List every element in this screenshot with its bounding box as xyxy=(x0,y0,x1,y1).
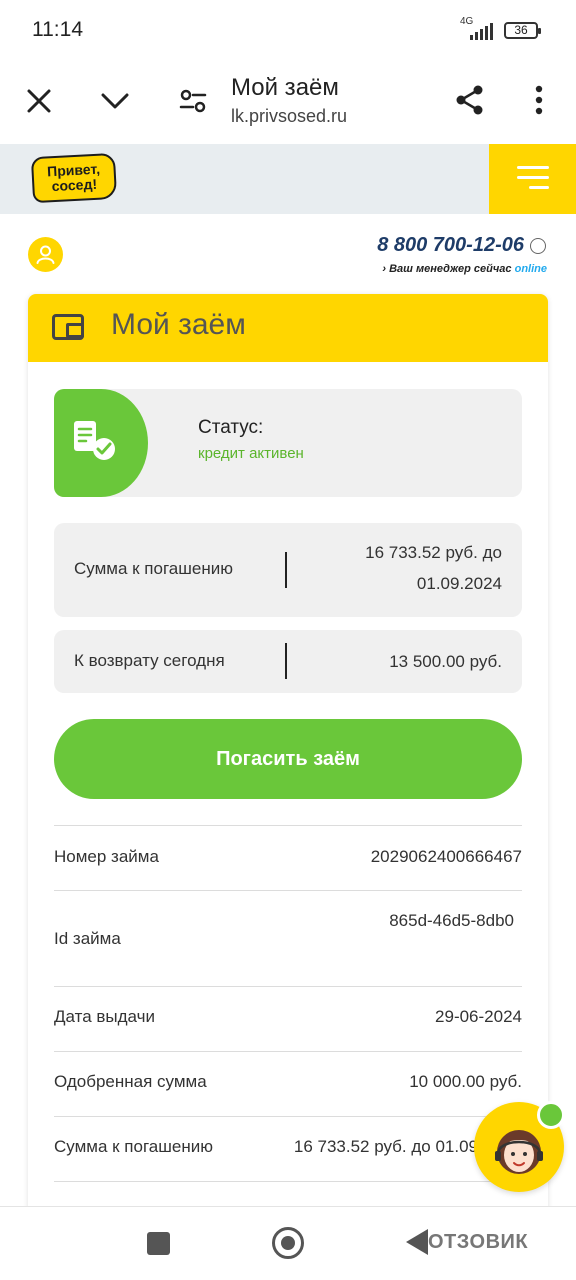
home-icon[interactable] xyxy=(272,1227,304,1259)
detail-key: Сумма к погашению xyxy=(54,1137,213,1156)
logo-line-2: сосед! xyxy=(51,175,98,195)
detail-row: Id займа 865d-46d5-8db0 xyxy=(54,890,522,986)
more-vert-icon[interactable] xyxy=(524,82,554,118)
due-today-value: 13 500.00 руб. xyxy=(389,652,502,671)
site-header: Привет, сосед! xyxy=(0,144,576,214)
detail-key: Дата выдачи xyxy=(54,1007,155,1026)
repay-amount-label: Сумма к погашению xyxy=(74,559,233,578)
wallet-icon xyxy=(52,314,84,340)
detail-value: 2029062400666467 xyxy=(370,847,522,866)
clock: 11:14 xyxy=(32,18,83,41)
detail-row: Дата выдачи 29-06-2024 xyxy=(54,986,522,1051)
page-url[interactable]: lk.privsosed.ru xyxy=(231,106,347,127)
detail-value: 10 000.00 руб. xyxy=(409,1072,522,1091)
page-title: Мой заём xyxy=(231,74,339,101)
divider xyxy=(285,552,287,588)
detail-key: Id займа xyxy=(54,929,121,948)
detail-value: 29-06-2024 xyxy=(435,1007,522,1026)
menu-icon xyxy=(517,166,549,169)
status-badge xyxy=(54,389,148,497)
detail-row: Номер займа 2029062400666467 xyxy=(54,825,522,890)
repay-amount-row: Сумма к погашению 16 733.52 руб. до 01.0… xyxy=(54,523,522,617)
manager-arrow-icon: › xyxy=(382,263,387,275)
repay-loan-button[interactable]: Погасить заём xyxy=(54,719,522,799)
document-check-icon xyxy=(74,421,115,460)
support-icon[interactable] xyxy=(530,238,546,254)
repay-amount-value-line-2: 01.09.2024 xyxy=(416,574,502,593)
recents-icon[interactable] xyxy=(147,1232,170,1255)
repay-amount-value: 16 733.52 руб. до 01.09.2024 xyxy=(365,537,502,599)
status-bar: 11:14 4G 36 xyxy=(0,0,576,62)
loan-details-list: Номер займа 2029062400666467 Id займа 86… xyxy=(54,825,522,1201)
close-icon[interactable] xyxy=(22,84,56,118)
loan-card: Мой заём Статус: кредит активен Сумма к … xyxy=(28,294,548,1214)
user-profile-button[interactable] xyxy=(28,237,63,272)
tune-icon[interactable] xyxy=(176,84,210,118)
chevron-down-icon[interactable] xyxy=(98,84,132,118)
detail-row xyxy=(54,1181,522,1201)
detail-key: Номер займа xyxy=(54,847,159,866)
share-icon[interactable] xyxy=(452,82,488,118)
loan-status-panel: Статус: кредит активен xyxy=(54,389,522,497)
phone-number[interactable]: 8 800 700-12-06 xyxy=(377,234,524,257)
divider xyxy=(285,643,287,679)
menu-button[interactable] xyxy=(489,144,576,214)
loan-card-header: Мой заём xyxy=(28,294,548,362)
watermark: ОТЗОВИК xyxy=(428,1231,529,1253)
logo[interactable]: Привет, сосед! xyxy=(30,152,118,204)
status-value: кредит активен xyxy=(198,445,304,462)
loan-card-title: Мой заём xyxy=(111,308,246,341)
repay-amount-value-line-1: 16 733.52 руб. до xyxy=(365,543,502,562)
detail-row: Сумма к погашению 16 733.52 руб. до 01.0… xyxy=(54,1116,522,1181)
detail-value: 865d-46d5-8db0 xyxy=(389,911,514,930)
online-indicator xyxy=(537,1101,565,1129)
detail-row: Одобренная сумма 10 000.00 руб. xyxy=(54,1051,522,1116)
manager-online-badge: online xyxy=(514,263,547,275)
due-today-label: К возврату сегодня xyxy=(74,651,225,670)
back-icon[interactable] xyxy=(406,1229,428,1255)
browser-toolbar: Мой заём lk.privsosed.ru xyxy=(0,62,576,144)
system-nav-bar: ОТЗОВИК xyxy=(0,1206,576,1280)
manager-status: › Ваш менеджер сейчас online xyxy=(382,263,547,275)
battery-icon: 36 xyxy=(504,22,541,39)
due-today-row: К возврату сегодня 13 500.00 руб. xyxy=(54,630,522,693)
manager-text: Ваш менеджер сейчас xyxy=(389,263,512,275)
status-label: Статус: xyxy=(198,417,264,438)
detail-value: 16 733.52 руб. до 01.09 xyxy=(293,1137,478,1156)
signal-icon xyxy=(470,22,496,40)
user-icon xyxy=(36,245,55,264)
detail-key: Одобренная сумма xyxy=(54,1072,207,1091)
